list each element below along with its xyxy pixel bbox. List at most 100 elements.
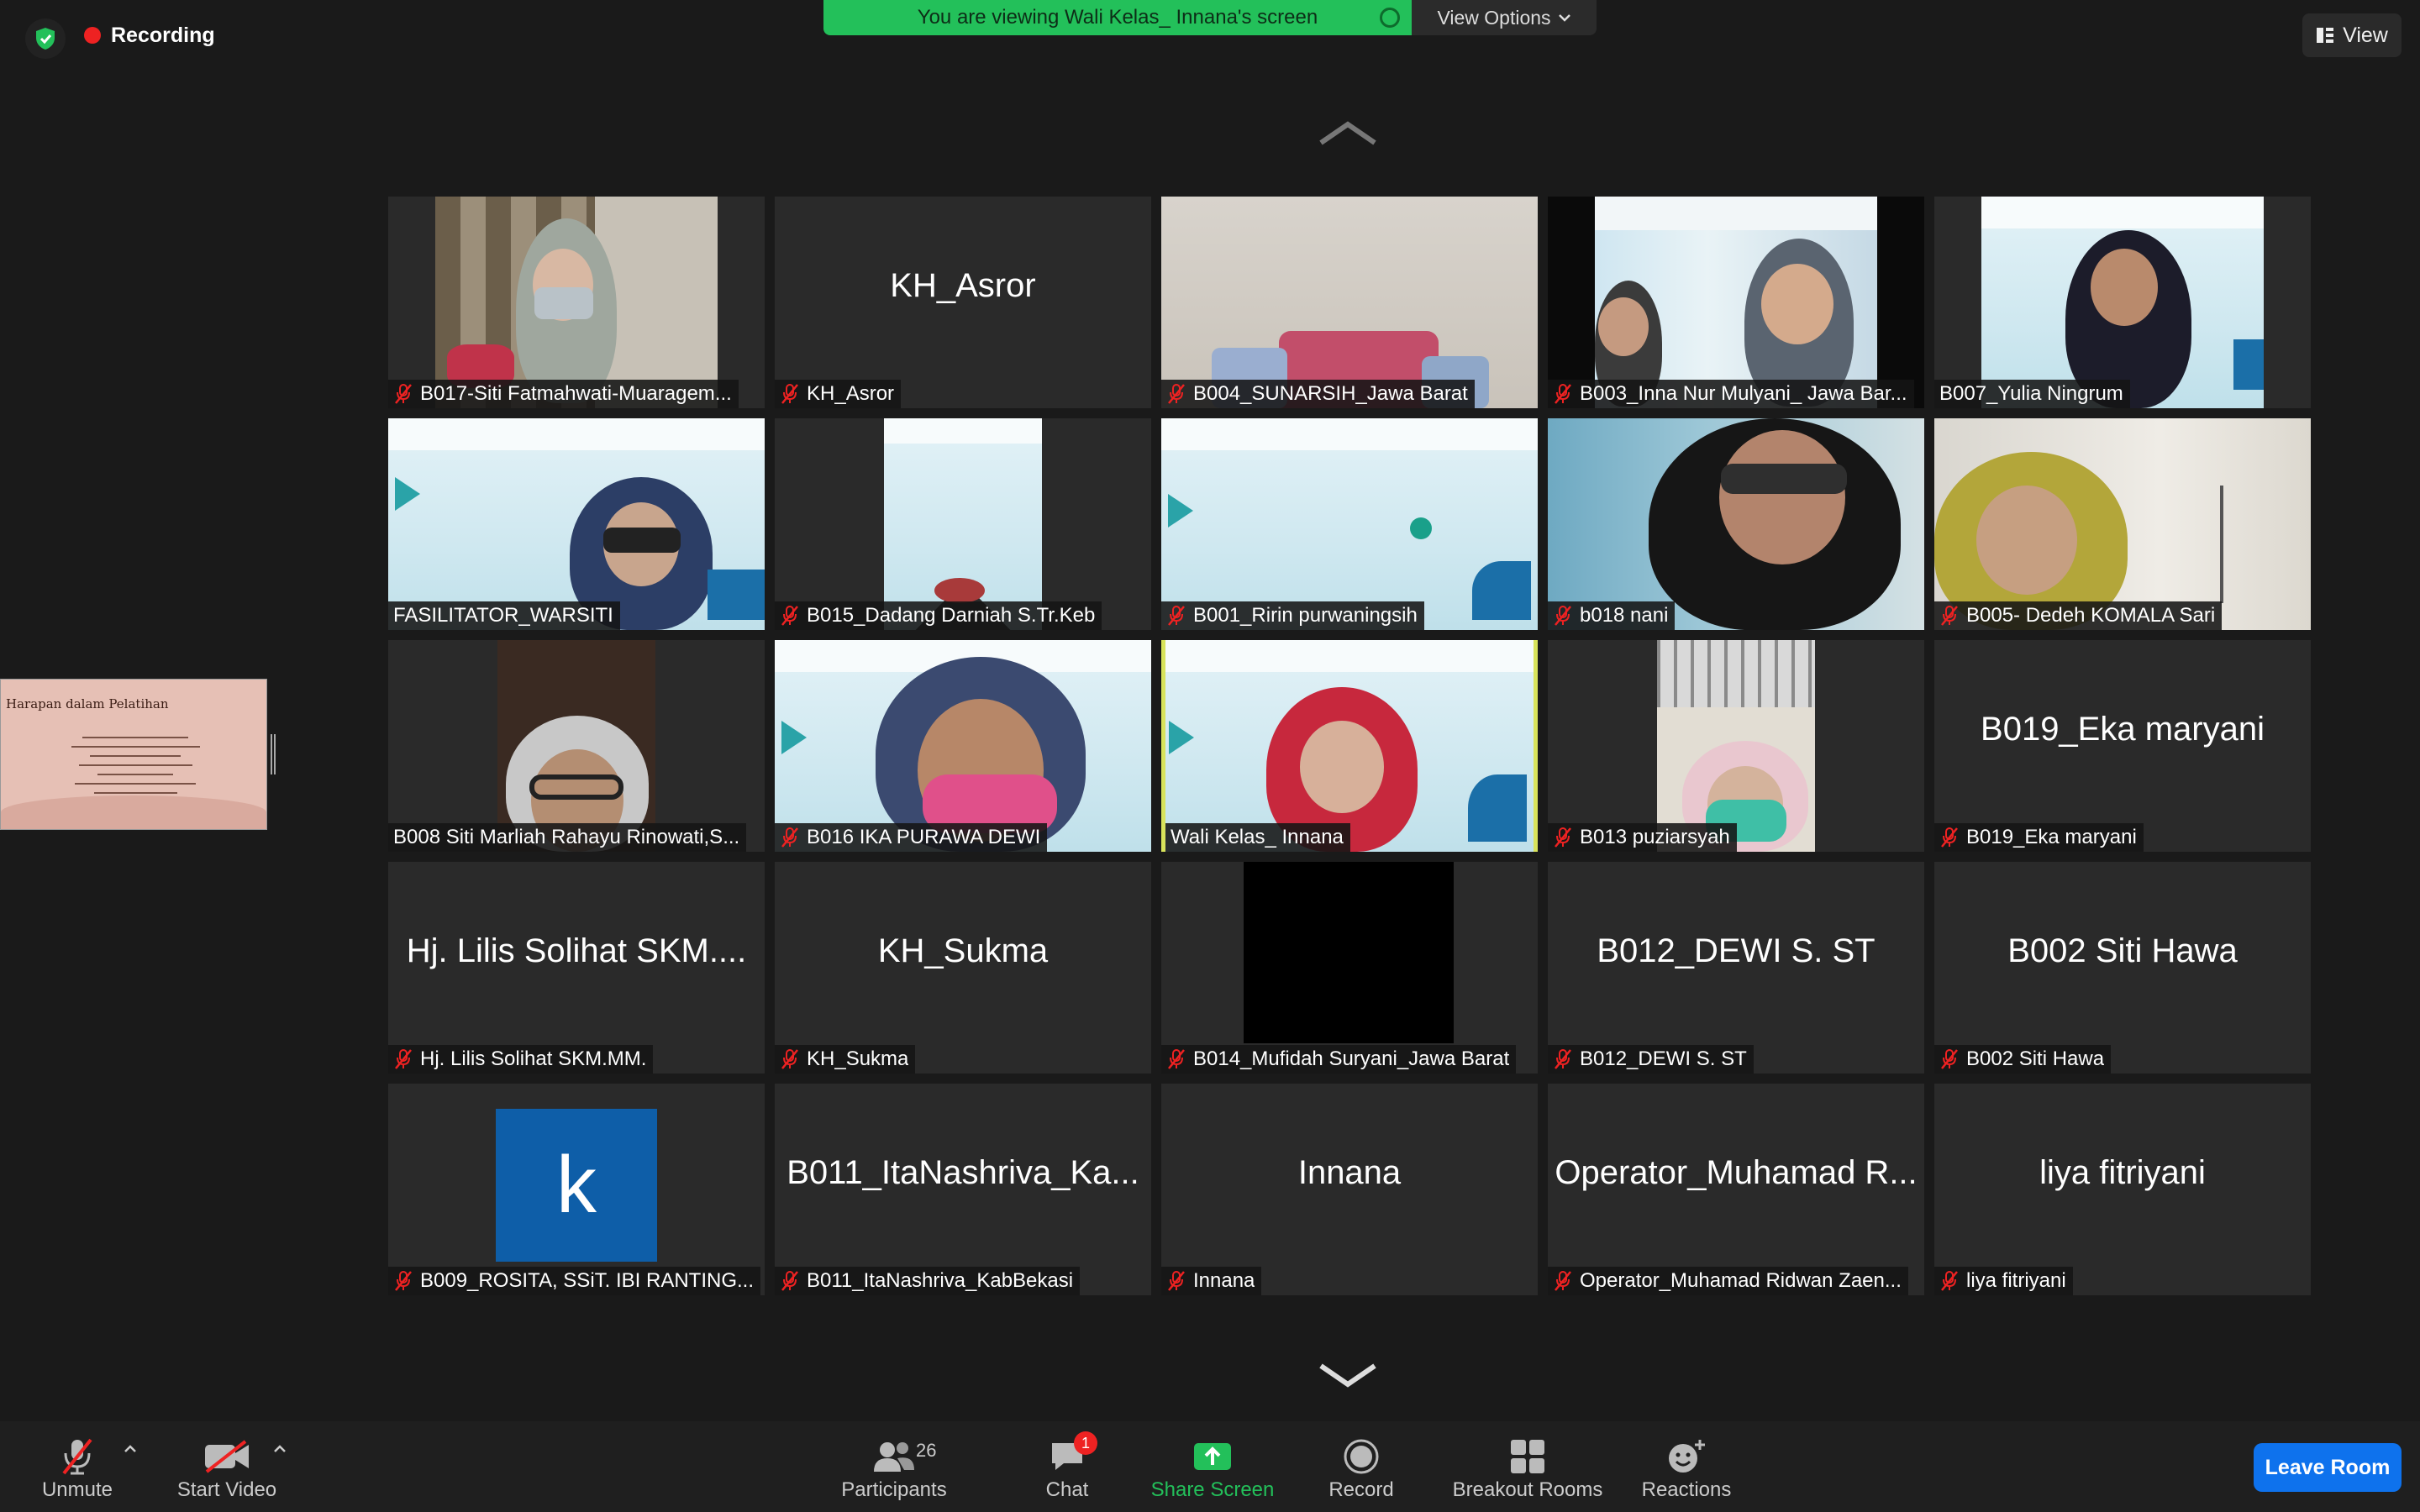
breakout-rooms-icon (1511, 1440, 1544, 1473)
leave-room-button[interactable]: Leave Room (2254, 1443, 2402, 1492)
video-feed (1548, 197, 1924, 408)
participants-label: Participants (841, 1478, 947, 1501)
participant-display-name: B011_ItaNashriva_Ka... (786, 1153, 1139, 1191)
participant-display-name: Hj. Lilis Solihat SKM.... (406, 932, 747, 969)
record-button[interactable]: Record (1319, 1421, 1403, 1512)
participant-tile[interactable]: B019_Eka maryani B019_Eka maryani (1934, 640, 2311, 852)
participant-tile-active-speaker[interactable]: Wali Kelas_ Innana (1161, 640, 1538, 852)
muted-mic-icon (1555, 1049, 1571, 1069)
participant-tile[interactable]: B014_Mufidah Suryani_Jawa Barat (1161, 862, 1538, 1074)
participant-display-name: B002 Siti Hawa (2007, 932, 2238, 969)
video-options-caret-icon[interactable] (271, 1440, 289, 1458)
participant-name-label: B014_Mufidah Suryani_Jawa Barat (1161, 1045, 1517, 1074)
share-screen-label: Share Screen (1150, 1478, 1275, 1501)
shared-slide-text-lines (60, 737, 211, 801)
chat-unread-badge: 1 (1074, 1431, 1097, 1455)
muted-mic-icon (1941, 827, 1958, 848)
grid-view-icon (2317, 28, 2334, 43)
participant-name-label: liya fitriyani (1934, 1267, 2073, 1295)
participants-icon (874, 1442, 914, 1472)
gallery-grid: B017-Siti Fatmahwati-Muaragem... KH_Asro… (388, 197, 2312, 1295)
participant-tile[interactable]: KH_Asror KH_Asror (775, 197, 1151, 408)
video-feed (1657, 640, 1815, 852)
muted-mic-icon (1941, 1049, 1958, 1069)
participants-count: 26 (916, 1440, 937, 1461)
next-page-arrow-icon[interactable] (1318, 1361, 1378, 1391)
participant-name-label: KH_Asror (775, 380, 902, 408)
reactions-label: Reactions (1641, 1478, 1732, 1501)
breakout-rooms-button[interactable]: Breakout Rooms (1445, 1421, 1610, 1512)
muted-mic-icon (395, 1271, 412, 1291)
participant-tile[interactable]: k B009_ROSITA, SSiT. IBI RANTING... (388, 1084, 765, 1295)
view-button[interactable]: View (2302, 13, 2402, 57)
participant-tile[interactable]: KH_Sukma KH_Sukma (775, 862, 1151, 1074)
participant-name-label: B002 Siti Hawa (1934, 1045, 2112, 1074)
video-feed (775, 640, 1151, 852)
shared-screen-thumbnail[interactable]: Harapan dalam Pelatihan (0, 679, 267, 830)
recording-indicator[interactable]: Recording (84, 20, 215, 50)
status-indicator-icon (1380, 8, 1400, 28)
video-feed-black (1244, 862, 1454, 1043)
muted-microphone-icon (62, 1438, 92, 1475)
breakout-rooms-label: Breakout Rooms (1452, 1478, 1603, 1501)
video-off-icon (205, 1440, 249, 1473)
participant-tile[interactable]: B017-Siti Fatmahwati-Muaragem... (388, 197, 765, 408)
participant-tile[interactable]: liya fitriyani liya fitriyani (1934, 1084, 2311, 1295)
participant-name-label: B017-Siti Fatmahwati-Muaragem... (388, 380, 739, 408)
participant-name-label: Hj. Lilis Solihat SKM.MM. (388, 1045, 654, 1074)
chat-label: Chat (1045, 1478, 1089, 1501)
muted-mic-icon (1555, 1271, 1571, 1291)
reactions-button[interactable]: Reactions (1634, 1421, 1739, 1512)
video-feed (1548, 418, 1924, 630)
previous-page-arrow-icon[interactable] (1318, 118, 1378, 148)
participant-tile[interactable]: B001_Ririn purwaningsih (1161, 418, 1538, 630)
participant-tile[interactable]: B004_SUNARSIH_Jawa Barat (1161, 197, 1538, 408)
participants-button[interactable]: 26 Participants (829, 1421, 960, 1512)
audio-options-caret-icon[interactable] (121, 1440, 139, 1458)
participant-tile[interactable]: B005- Dedeh KOMALA Sari (1934, 418, 2311, 630)
participant-name-label: B009_ROSITA, SSiT. IBI RANTING... (388, 1267, 760, 1295)
reactions-icon (1669, 1440, 1705, 1473)
participant-display-name: Operator_Muhamad R... (1555, 1153, 1918, 1191)
view-options-button[interactable]: View Options (1412, 0, 1597, 35)
start-video-button[interactable]: Start Video (168, 1421, 286, 1512)
muted-mic-icon (1555, 827, 1571, 848)
muted-mic-icon (1168, 606, 1185, 626)
participant-name-label: Innana (1161, 1267, 1262, 1295)
participant-tile[interactable]: B008 Siti Marliah Rahayu Rinowati,S... (388, 640, 765, 852)
chat-button[interactable]: 1 Chat (1027, 1421, 1107, 1512)
muted-mic-icon (781, 1271, 798, 1291)
security-shield-icon[interactable] (25, 18, 66, 59)
unmute-button[interactable]: Unmute (34, 1421, 121, 1512)
participant-tile[interactable]: B013 puziarsyah (1548, 640, 1924, 852)
participant-tile[interactable]: B003_Inna Nur Mulyani_ Jawa Bar... (1548, 197, 1924, 408)
muted-mic-icon (1555, 384, 1571, 404)
participant-tile[interactable]: Innana Innana (1161, 1084, 1538, 1295)
participant-tile[interactable]: B011_ItaNashriva_Ka... B011_ItaNashriva_… (775, 1084, 1151, 1295)
viewing-screen-banner: You are viewing Wali Kelas_ Innana's scr… (823, 0, 1412, 35)
participant-name-label: B019_Eka maryani (1934, 823, 2144, 852)
participant-display-name: KH_Sukma (877, 932, 1049, 969)
participant-display-name: B012_DEWI S. ST (1597, 932, 1876, 969)
participant-tile[interactable]: B016 IKA PURAWA DEWI (775, 640, 1151, 852)
participant-tile[interactable]: FASILITATOR_WARSITI (388, 418, 765, 630)
video-feed (497, 640, 655, 852)
share-screen-button[interactable]: Share Screen (1143, 1421, 1282, 1512)
shared-slide-title: Harapan dalam Pelatihan (6, 696, 169, 711)
participant-tile[interactable]: b018 nani (1548, 418, 1924, 630)
share-screen-icon (1194, 1443, 1231, 1470)
participant-tile[interactable]: Operator_Muhamad R... Operator_Muhamad R… (1548, 1084, 1924, 1295)
participant-tile[interactable]: B015_Dadang Darniah S.Tr.Keb (775, 418, 1151, 630)
video-feed (1934, 418, 2311, 630)
muted-mic-icon (781, 1049, 798, 1069)
meeting-toolbar: Unmute Start Video 26 Participants 1 Cha… (0, 1421, 2420, 1512)
thumbnail-resize-handle[interactable] (271, 734, 276, 774)
participant-tile[interactable]: B002 Siti Hawa B002 Siti Hawa (1934, 862, 2311, 1074)
participant-tile[interactable]: B007_Yulia Ningrum (1934, 197, 2311, 408)
muted-mic-icon (781, 606, 798, 626)
participant-tile[interactable]: B012_DEWI S. ST B012_DEWI S. ST (1548, 862, 1924, 1074)
start-video-label: Start Video (176, 1478, 277, 1501)
participant-name-label: B011_ItaNashriva_KabBekasi (775, 1267, 1081, 1295)
participant-tile[interactable]: Hj. Lilis Solihat SKM.... Hj. Lilis Soli… (388, 862, 765, 1074)
participant-name-label: FASILITATOR_WARSITI (388, 601, 620, 630)
